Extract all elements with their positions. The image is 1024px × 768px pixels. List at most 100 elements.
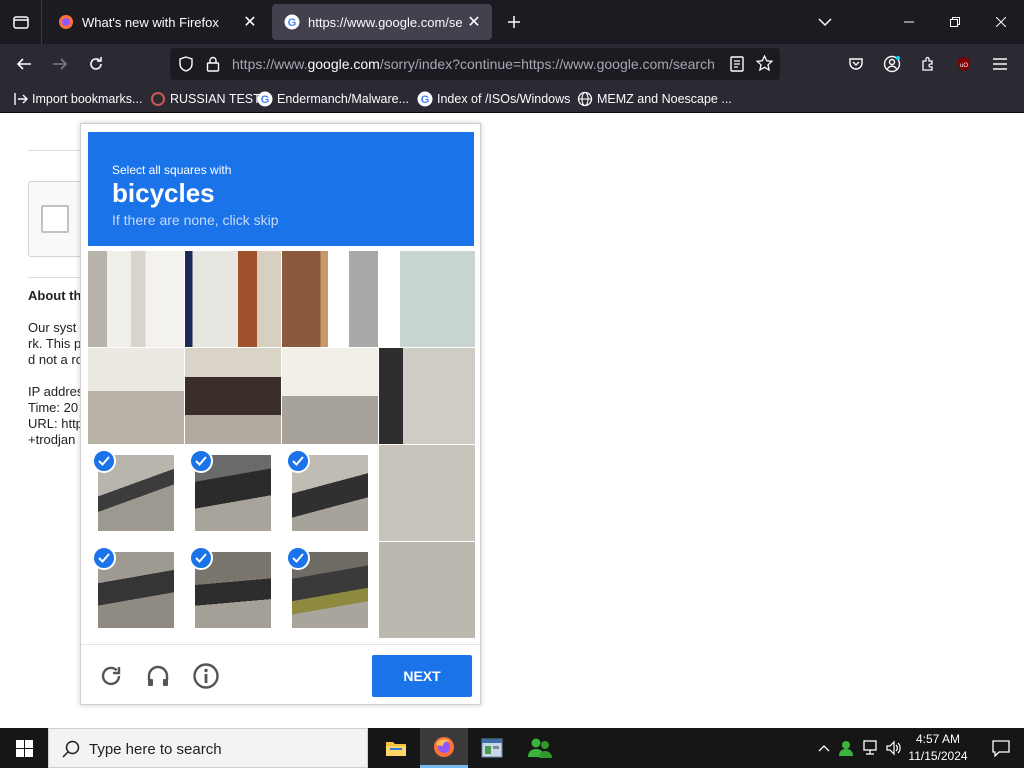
captcha-tile[interactable] [379, 348, 475, 444]
lock-icon[interactable] [206, 56, 220, 72]
list-all-tabs-button[interactable] [802, 0, 848, 44]
bookmark-label: Endermanch/Malware... [277, 92, 410, 106]
close-window-button[interactable] [978, 0, 1024, 44]
captcha-tile[interactable] [185, 445, 281, 541]
tile-image [379, 348, 475, 444]
restore-button[interactable] [932, 0, 978, 44]
clock-time: 4:57 AM [915, 732, 961, 746]
pocket-button[interactable] [840, 48, 872, 80]
help-button[interactable] [191, 661, 221, 691]
taskbar-clock[interactable]: 4:57 AM 11/15/2024 [900, 731, 976, 765]
audio-challenge-button[interactable] [143, 661, 173, 691]
firefox-view-icon [12, 16, 29, 29]
recaptcha-widget[interactable] [28, 181, 88, 257]
messenger-people-icon [528, 738, 552, 758]
reload-challenge-button[interactable] [96, 661, 126, 691]
reload-icon [101, 666, 121, 686]
tab-whats-new[interactable]: What's new with Firefox ✕ [46, 4, 268, 40]
next-button[interactable]: NEXT [372, 655, 472, 697]
user-tray-icon [839, 741, 853, 756]
chevron-down-icon [818, 18, 832, 27]
hamburger-icon [993, 58, 1007, 70]
network-button[interactable] [862, 738, 882, 758]
captcha-tile[interactable] [185, 542, 281, 638]
captcha-tile[interactable] [185, 348, 281, 444]
star-icon[interactable] [756, 55, 773, 72]
account-button[interactable] [876, 48, 908, 80]
url-host: google.com [307, 56, 380, 72]
file-explorer-button[interactable] [372, 728, 420, 768]
tab-close-icon[interactable]: ✕ [238, 10, 262, 34]
tab-close-icon[interactable]: ✕ [462, 10, 486, 34]
captcha-tile[interactable] [379, 542, 475, 638]
site-icon [151, 92, 165, 106]
challenge-header: Select all squares with bicycles If ther… [88, 132, 474, 246]
captcha-tile[interactable] [379, 445, 475, 541]
captcha-tile[interactable] [88, 542, 184, 638]
minimize-button[interactable] [886, 0, 932, 44]
info-icon [193, 663, 219, 689]
body-text: Our syst [28, 320, 77, 335]
captcha-tile[interactable] [282, 542, 378, 638]
captcha-tile[interactable] [185, 251, 281, 347]
show-hidden-icons-button[interactable] [814, 738, 834, 758]
google-icon: G [284, 14, 300, 30]
bookmark-import[interactable]: Import bookmarks... [12, 90, 142, 108]
url-text[interactable]: https://www.google.com/sorry/index?conti… [232, 56, 718, 72]
captcha-tile[interactable] [282, 445, 378, 541]
taskbar-search-box[interactable]: Type here to search [48, 728, 368, 768]
captcha-tile[interactable] [379, 251, 475, 347]
shield-icon[interactable] [178, 56, 194, 72]
body-text: rk. This p [28, 336, 82, 351]
recaptcha-checkbox[interactable] [41, 205, 69, 233]
firefox-taskbar-button[interactable] [420, 728, 468, 768]
folder-icon [386, 742, 406, 756]
url-prefix: https://www. [232, 56, 308, 72]
captcha-tile[interactable] [88, 348, 184, 444]
app-window-button[interactable] [468, 728, 516, 768]
checkmark-icon [286, 546, 310, 570]
captcha-tile[interactable] [88, 445, 184, 541]
url-info-text: URL: http [28, 416, 83, 431]
captcha-challenge-dialog: Select all squares with bicycles If ther… [80, 123, 481, 705]
url-bar[interactable]: https://www.google.com/sorry/index?conti… [170, 48, 780, 80]
extensions-button[interactable] [912, 48, 944, 80]
svg-text:G: G [261, 94, 270, 106]
tile-image [185, 348, 281, 444]
restore-icon [950, 17, 960, 27]
arrow-left-icon [16, 58, 31, 70]
tab-bar: What's new with Firefox ✕ G https://www.… [0, 0, 1024, 44]
menu-button[interactable] [984, 48, 1016, 80]
ublock-button[interactable]: uO [948, 48, 980, 80]
new-tab-button[interactable] [500, 8, 528, 36]
time-text: Time: 20 [28, 400, 79, 415]
puzzle-icon [922, 56, 933, 71]
bookmark-label: MEMZ and Noescape ... [597, 92, 732, 106]
start-button[interactable] [0, 728, 48, 768]
firefox-view-button[interactable] [0, 0, 42, 44]
bookmark-russian-test[interactable]: RUSSIAN TEST [150, 90, 261, 108]
tile-image [282, 348, 378, 444]
captcha-tile[interactable] [282, 348, 378, 444]
reload-button[interactable] [80, 48, 112, 80]
bookmark-memz[interactable]: MEMZ and Noescape ... [577, 90, 732, 108]
bookmark-label: Index of /ISOs/Windows [437, 92, 571, 106]
bookmark-index-isos[interactable]: G Index of /ISOs/Windows [417, 90, 570, 108]
action-center-button[interactable] [978, 728, 1024, 768]
url-path: /sorry/index?continue=https://www.google… [379, 56, 715, 72]
tray-user-button[interactable] [837, 738, 857, 758]
checkmark-icon [189, 449, 213, 473]
captcha-tile[interactable] [282, 251, 378, 347]
captcha-tile[interactable] [88, 251, 184, 347]
arrow-right-icon [53, 58, 68, 70]
tile-image [282, 251, 378, 347]
bookmark-endermanch[interactable]: G Endermanch/Malware... [257, 90, 409, 108]
reader-view-icon[interactable] [730, 56, 744, 72]
back-button[interactable] [8, 48, 40, 80]
tab-google[interactable]: G https://www.google.com/searc ✕ [272, 4, 492, 40]
search-placeholder: Type here to search [89, 741, 222, 758]
forward-button[interactable] [44, 48, 76, 80]
windows-taskbar: Type here to search 4:57 AM 11/15/2024 [0, 728, 1024, 768]
globe-icon [577, 91, 593, 107]
messenger-button[interactable] [516, 728, 564, 768]
